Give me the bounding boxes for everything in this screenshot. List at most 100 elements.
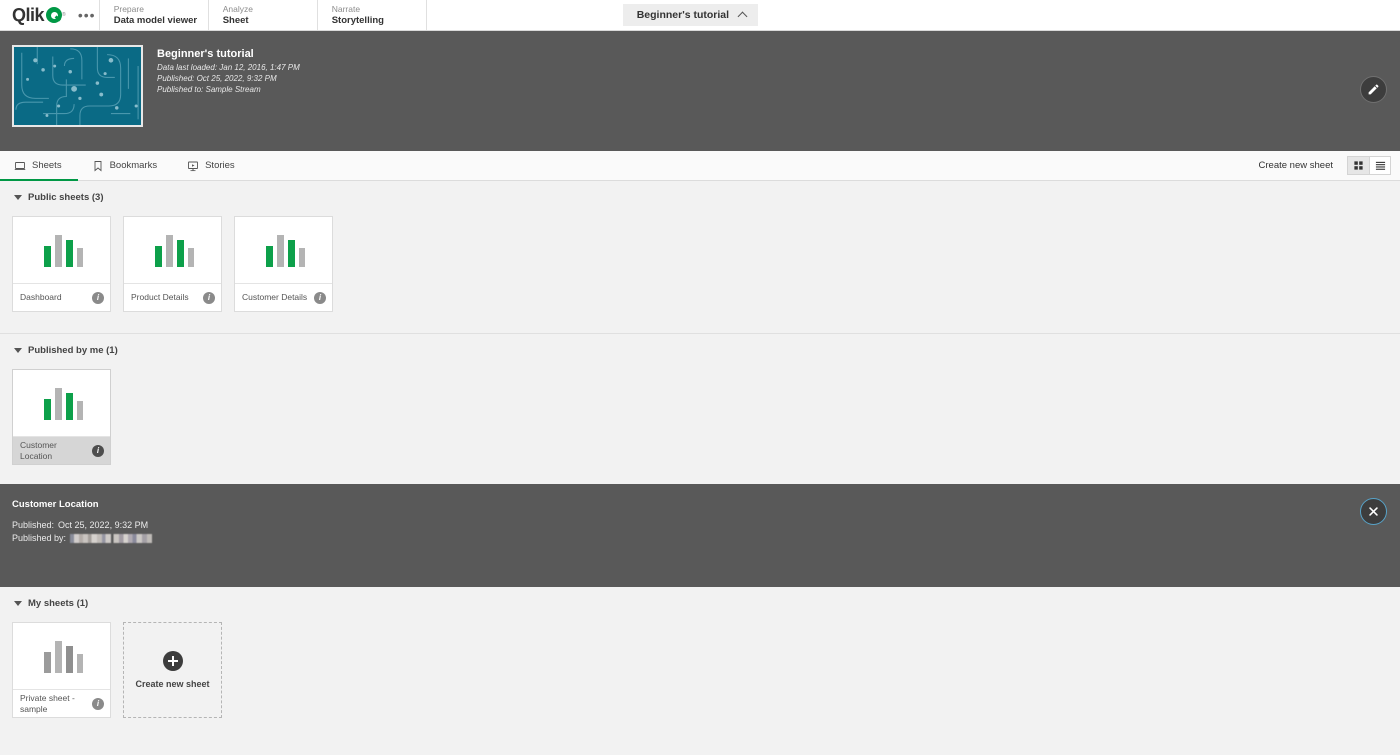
sheet-card-name: Product Details [131, 292, 189, 302]
pencil-icon [1368, 84, 1379, 95]
overflow-menu-button[interactable]: ••• [75, 0, 99, 30]
sheet-card-footer: Customer Location i [13, 437, 110, 464]
bar-chart-icon [265, 235, 305, 267]
tab-sheets-label: Sheets [32, 160, 62, 171]
section-title-my-sheets: My sheets (1) [28, 598, 89, 609]
sheet-thumbnail [235, 217, 332, 284]
sheet-card-footer: Product Details i [124, 284, 221, 311]
info-icon[interactable]: i [92, 444, 104, 457]
top-navigation-bar: Qlik ® ••• Prepare Data model viewer Ana… [0, 0, 1400, 31]
card-grid-published-by-me: Customer Location i [0, 356, 1400, 465]
sheet-card-dashboard[interactable]: Dashboard i [12, 216, 111, 312]
section-header-my-sheets[interactable]: My sheets (1) [0, 598, 1400, 609]
detail-published-by-row: Published by: [12, 532, 1400, 545]
logo-text: Qlik [12, 5, 45, 25]
info-icon[interactable]: i [314, 291, 326, 304]
chevron-up-icon [737, 11, 748, 22]
grid-view-button[interactable] [1347, 156, 1369, 175]
nav-item-analyze-category: Analyze [222, 4, 253, 14]
section-tab-bar: Sheets Bookmarks Stories Create new shee… [0, 151, 1400, 181]
sheet-card-product-details[interactable]: Product Details i [123, 216, 222, 312]
nav-item-narrate[interactable]: Narrate Storytelling [318, 0, 426, 30]
plus-icon [162, 650, 183, 671]
app-thumbnail-graphic [14, 47, 141, 125]
tab-bar-actions: Create new sheet [1259, 151, 1400, 180]
tab-stories-label: Stories [205, 160, 235, 171]
detail-published-label: Published: [12, 520, 55, 530]
nav-item-prepare[interactable]: Prepare Data model viewer [100, 0, 208, 30]
sheet-card-footer: Private sheet - sample i [13, 690, 110, 717]
sheet-thumbnail [13, 623, 110, 690]
create-new-sheet-link[interactable]: Create new sheet [1259, 160, 1347, 171]
detail-published-row: Published: Oct 25, 2022, 9:32 PM [12, 519, 1400, 532]
collapse-triangle-icon [14, 348, 22, 353]
collapse-triangle-icon [14, 195, 22, 200]
list-view-button[interactable] [1369, 156, 1391, 175]
info-icon[interactable]: i [92, 291, 104, 304]
sheet-thumbnail [13, 370, 110, 437]
section-title-published-by-me: Published by me (1) [28, 345, 118, 356]
bar-chart-icon [43, 388, 83, 420]
trademark-symbol: ® [62, 12, 66, 18]
sheets-content: Public sheets (3) Dashboard i Product De… [0, 181, 1400, 718]
bar-chart-icon [43, 235, 83, 267]
sheet-card-name: Private sheet - sample [20, 692, 75, 714]
story-icon [188, 161, 199, 171]
sheet-card-name: Customer Location [20, 439, 57, 461]
sheet-card-name: Dashboard [20, 292, 62, 302]
qlik-q-logo-icon [46, 7, 63, 23]
section-header-public-sheets[interactable]: Public sheets (3) [0, 192, 1400, 203]
bar-chart-icon [43, 641, 83, 673]
app-meta-published-to: Published to: Sample Stream [157, 85, 261, 94]
tab-bookmarks[interactable]: Bookmarks [78, 151, 174, 180]
app-selector-button[interactable]: Beginner's tutorial [622, 4, 759, 26]
bar-chart-icon [154, 235, 194, 267]
sheet-detail-panel: Customer Location Published: Oct 25, 202… [0, 484, 1400, 587]
create-new-sheet-card-label: Create new sheet [135, 678, 210, 689]
qlik-logo[interactable]: Qlik ® [0, 0, 75, 30]
create-new-sheet-card[interactable]: Create new sheet [123, 622, 222, 718]
list-icon [1375, 161, 1385, 170]
tab-stories[interactable]: Stories [173, 151, 251, 180]
grid-icon [1354, 161, 1363, 170]
nav-item-prepare-label: Data model viewer [113, 15, 198, 26]
detail-published-by-label: Published by: [12, 533, 67, 543]
app-title: Beginner's tutorial [157, 48, 254, 60]
sheet-card-footer: Customer Details i [235, 284, 332, 311]
sheet-card-name: Customer Details [242, 292, 308, 302]
close-detail-panel-button[interactable] [1360, 498, 1387, 525]
nav-item-prepare-category: Prepare [113, 4, 144, 14]
app-thumbnail[interactable] [12, 45, 143, 127]
collapse-triangle-icon [14, 601, 22, 606]
card-grid-public-sheets: Dashboard i Product Details i Customer D… [0, 203, 1400, 312]
nav-item-analyze[interactable]: Analyze Sheet [209, 0, 317, 30]
section-published-by-me: Published by me (1) Customer Location i [0, 334, 1400, 465]
nav-item-narrate-category: Narrate [331, 4, 361, 14]
view-mode-toggle [1347, 156, 1391, 175]
sheet-card-customer-details[interactable]: Customer Details i [234, 216, 333, 312]
card-grid-my-sheets: Private sheet - sample i Create new shee… [0, 609, 1400, 718]
nav-item-narrate-label: Storytelling [331, 15, 384, 26]
sheet-thumbnail [13, 217, 110, 284]
bookmark-icon [94, 160, 102, 171]
detail-published-value: Oct 25, 2022, 9:32 PM [58, 520, 149, 530]
edit-app-button[interactable] [1360, 76, 1387, 103]
sheet-card-customer-location[interactable]: Customer Location i [12, 369, 111, 465]
info-icon[interactable]: i [203, 291, 215, 304]
app-header: Beginner's tutorial Data last loaded: Ja… [0, 31, 1400, 151]
tab-sheets[interactable]: Sheets [0, 151, 78, 181]
sheet-card-private-sheet-sample[interactable]: Private sheet - sample i [12, 622, 111, 718]
info-icon[interactable]: i [92, 697, 104, 710]
nav-item-analyze-label: Sheet [222, 15, 249, 26]
close-icon [1369, 507, 1378, 516]
detail-published-by-value-redacted [70, 534, 153, 543]
section-my-sheets: My sheets (1) Private sheet - sample i C… [0, 587, 1400, 718]
app-info: Beginner's tutorial Data last loaded: Ja… [143, 45, 300, 151]
app-meta-data-last-loaded: Data last loaded: Jan 12, 2016, 1:47 PM [157, 63, 300, 72]
tab-bookmarks-label: Bookmarks [109, 160, 158, 171]
app-meta-published: Published: Oct 25, 2022, 9:32 PM [157, 74, 277, 83]
sheet-thumbnail [124, 217, 221, 284]
section-public-sheets: Public sheets (3) Dashboard i Product De… [0, 181, 1400, 312]
section-header-published-by-me[interactable]: Published by me (1) [0, 345, 1400, 356]
